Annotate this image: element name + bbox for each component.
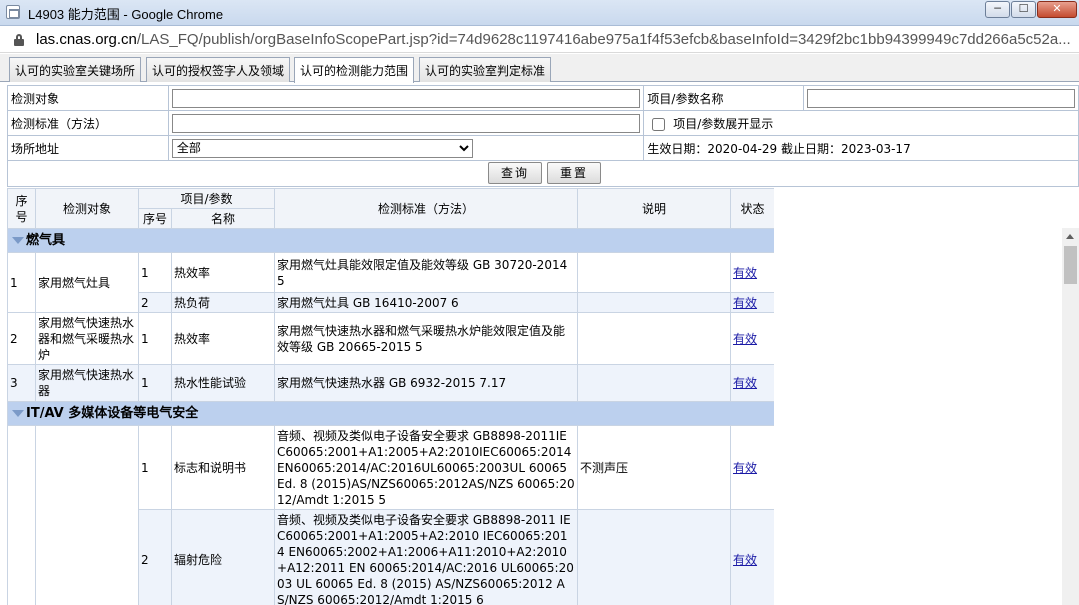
url-host: las.cnas.org.cn [36,31,137,48]
reset-button[interactable]: 重置 [547,162,601,184]
group-row[interactable]: IT/AV 多媒体设备等电气安全 [7,401,774,426]
header-status: 状态 [730,188,774,229]
cell-standard: 音频、视频及类似电子设备安全要求 GB8898-2011IEC60065:200… [274,425,579,510]
query-button[interactable]: 查询 [488,162,542,184]
cell-item-seq: 1 [138,364,172,402]
site-select[interactable]: 全部 [171,138,473,158]
header-item-name: 名称 [170,208,276,229]
table-row: 2 家用燃气快速热水器和燃气采暖热水炉 1 热效率 家用燃气快速热水器和燃气采暖… [7,312,774,365]
site-label: 场所地址 [7,135,169,161]
cell-note [577,312,732,365]
url-text[interactable]: las.cnas.org.cn/LAS_FQ/publish/orgBaseIn… [36,31,1071,48]
expand-label: 项目/参数展开显示 [673,116,774,131]
tab-key-sites[interactable]: 认可的实验室关键场所 [9,57,142,82]
filter-form: 检测对象 项目/参数名称 检测标准（方法） 项目/参数展开显示 场所地址 全部 … [7,85,1079,161]
object-input[interactable] [171,88,641,108]
tab-testing-scope[interactable]: 认可的检测能力范围 [294,57,415,83]
scroll-thumb[interactable] [1064,246,1077,284]
object-label: 检测对象 [7,85,169,111]
cell-object: 家用燃气快速热水器 [35,364,139,402]
standard-label: 检测标准（方法） [7,110,169,136]
status-link[interactable]: 有效 [733,553,757,567]
standard-input[interactable] [171,113,641,133]
cell-note [577,292,732,313]
lock-icon [14,34,24,46]
window-title: L4903 能力范围 - Google Chrome [28,7,224,22]
cell-item-seq: 2 [138,292,172,313]
param-input[interactable] [807,88,1075,108]
cell-item-name: 热负荷 [170,292,276,313]
cell-object: 家用燃气灶具 [35,252,139,313]
cell-item-name: 辐射危险 [170,509,276,605]
param-label: 项目/参数名称 [643,85,805,111]
scope-table: 序号 检测对象 项目/参数 检测标准（方法） 说明 状态 序号 名称 燃气具 1… [7,188,774,605]
status-link[interactable]: 有效 [733,266,757,280]
cell-standard: 家用燃气灶具 GB 16410-2007 6 [274,292,579,313]
cell-seq: 3 [7,364,36,402]
vertical-scrollbar[interactable] [1062,228,1079,605]
cell-standard: 家用燃气灶具能效限定值及能效等级 GB 30720-2014 5 [274,252,579,293]
tab-signatories[interactable]: 认可的授权签字人及领域 [146,57,291,82]
cell-note [577,364,732,402]
header-item-seq: 序号 [138,208,172,229]
header-object: 检测对象 [35,188,139,229]
group-name: 燃气具 [26,232,66,248]
table-row: 1 家用燃气灶具 1 热效率 家用燃气灶具能效限定值及能效等级 GB 30720… [7,252,774,313]
minimize-button[interactable]: ─ [985,1,1010,18]
cell-object [35,425,139,605]
cell-item-seq: 1 [138,252,172,293]
validity-dates: 生效日期：2020-04-29 截止日期：2023-03-17 [643,135,1079,161]
status-link[interactable]: 有效 [733,296,757,310]
header-standard: 检测标准（方法） [274,188,579,229]
cell-note [577,509,732,605]
cell-item-name: 标志和说明书 [170,425,276,510]
cell-item-name: 热效率 [170,312,276,365]
cell-standard: 家用燃气快速热水器和燃气采暖热水炉能效限定值及能效等级 GB 20665-201… [274,312,579,365]
cell-note: 不测声压 [577,425,732,510]
cell-item-name: 热水性能试验 [170,364,276,402]
scroll-up-arrow-icon[interactable] [1066,234,1074,239]
status-link[interactable]: 有效 [733,332,757,346]
header-note: 说明 [577,188,732,229]
header-seq: 序号 [7,188,36,229]
button-row: 查询 重置 [7,160,1079,187]
maximize-button[interactable]: ☐ [1011,1,1036,18]
window-title-bar: L4903 能力范围 - Google Chrome ─ ☐ ✕ [0,0,1079,26]
status-link[interactable]: 有效 [733,461,757,475]
cell-item-seq: 2 [138,509,172,605]
cell-item-seq: 1 [138,425,172,510]
header-item-group: 项目/参数 [137,188,276,209]
cell-item-seq: 1 [138,312,172,365]
cell-object: 家用燃气快速热水器和燃气采暖热水炉 [35,312,139,365]
address-bar[interactable]: las.cnas.org.cn/LAS_FQ/publish/orgBaseIn… [0,27,1079,53]
cell-standard: 音频、视频及类似电子设备安全要求 GB8898-2011 IEC60065:20… [274,509,579,605]
cell-item-name: 热效率 [170,252,276,293]
collapse-triangle-icon[interactable] [12,409,24,417]
tab-strip: 认可的实验室关键场所 认可的授权签字人及领域 认可的检测能力范围 认可的实验室判… [0,54,1079,83]
table-row: 3 家用燃气快速热水器 1 热水性能试验 家用燃气快速热水器 GB 6932-2… [7,364,774,402]
status-link[interactable]: 有效 [733,376,757,390]
window-app-icon [6,5,20,19]
scope-table-container: 序号 检测对象 项目/参数 检测标准（方法） 说明 状态 序号 名称 燃气具 1… [7,188,774,605]
collapse-triangle-icon[interactable] [12,236,24,244]
cell-seq [7,425,36,605]
table-row: 1 标志和说明书 音频、视频及类似电子设备安全要求 GB8898-2011IEC… [7,425,774,605]
expand-checkbox[interactable] [652,117,666,131]
cell-note [577,252,732,293]
group-row[interactable]: 燃气具 [7,228,774,253]
cell-standard: 家用燃气快速热水器 GB 6932-2015 7.17 [274,364,579,402]
cell-seq: 1 [7,252,36,313]
url-path: /LAS_FQ/publish/orgBaseInfoScopePart.jsp… [136,31,1071,48]
group-name: IT/AV 多媒体设备等电气安全 [26,405,199,421]
cell-seq: 2 [7,312,36,365]
tab-judgement-standards[interactable]: 认可的实验室判定标准 [419,57,552,82]
close-button[interactable]: ✕ [1037,1,1077,18]
